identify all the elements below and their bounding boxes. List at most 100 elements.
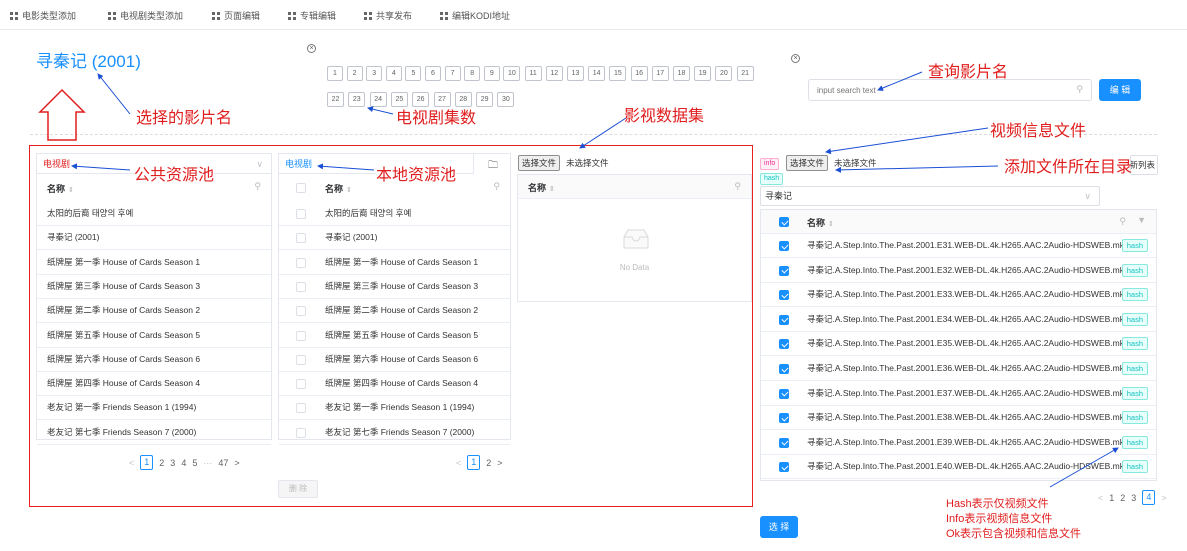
row-checkbox[interactable]	[296, 209, 306, 219]
table-row[interactable]: 纸牌屋 第二季 House of Cards Season 2	[37, 299, 271, 324]
table-row[interactable]: 老友记 第七季 Friends Season 7 (2000)	[279, 421, 510, 445]
table-row[interactable]: 寻秦记 (2001)	[37, 226, 271, 251]
table-row[interactable]: 纸牌屋 第五季 House of Cards Season 5	[279, 324, 510, 348]
page-current[interactable]: 4	[1142, 490, 1156, 505]
filter-search-icon[interactable]: ⚲	[734, 181, 741, 192]
column-header[interactable]: 名称 ⇕	[47, 182, 74, 195]
dataset-choose-file-button[interactable]: 选择文件	[518, 155, 561, 171]
episode-button[interactable]: 14	[588, 66, 606, 81]
filter-icon[interactable]: ▼	[1137, 215, 1146, 225]
episode-button[interactable]: 18	[673, 66, 690, 81]
table-row[interactable]: 纸牌屋 第一季 House of Cards Season 1	[37, 251, 271, 275]
table-row[interactable]: 老友记 第七季 Friends Season 7 (2000)	[37, 421, 271, 445]
table-row[interactable]: 寻秦记.A.Step.Into.The.Past.2001.E31.WEB-DL…	[761, 234, 1156, 258]
sort-icon[interactable]: ⇕	[346, 186, 352, 194]
table-row[interactable]: 寻秦记.A.Step.Into.The.Past.2001.E38.WEB-DL…	[761, 406, 1156, 431]
table-row[interactable]: 纸牌屋 第三季 House of Cards Season 3	[37, 275, 271, 299]
row-checkbox[interactable]	[779, 314, 789, 325]
table-row[interactable]: 寻秦记.A.Step.Into.The.Past.2001.E33.WEB-DL…	[761, 283, 1156, 308]
nav-album-edit[interactable]: 专辑编辑	[288, 9, 336, 22]
sort-icon[interactable]: ⇕	[549, 185, 555, 193]
episode-button[interactable]: 21	[736, 66, 754, 81]
table-row[interactable]: 老友记 第一季 Friends Season 1 (1994)	[37, 396, 271, 421]
nav-tv-genre-add[interactable]: 电视剧类型添加	[108, 9, 183, 22]
select-all-checkbox[interactable]	[779, 217, 789, 227]
row-checkbox[interactable]	[779, 388, 789, 399]
page-last[interactable]: 47	[218, 458, 228, 468]
row-checkbox[interactable]	[296, 281, 306, 292]
edit-button[interactable]: 编 辑	[1099, 79, 1141, 101]
select-all-checkbox[interactable]	[296, 183, 306, 193]
episode-button[interactable]: 10	[503, 66, 521, 81]
episode-button[interactable]: 11	[524, 66, 542, 81]
table-row[interactable]: 纸牌屋 第二季 House of Cards Season 2	[279, 299, 510, 324]
table-row[interactable]: 寻秦记.A.Step.Into.The.Past.2001.E40.WEB-DL…	[761, 455, 1156, 480]
sort-icon[interactable]: ⇕	[828, 220, 834, 228]
next-page-button[interactable]: >	[234, 458, 239, 468]
episode-button[interactable]: 8	[464, 66, 481, 81]
next-page-button[interactable]: >	[1161, 493, 1166, 503]
filter-search-icon[interactable]: ⚲	[493, 181, 500, 192]
folder-icon[interactable]: 🗀	[488, 158, 498, 175]
prev-page-button[interactable]: <	[129, 458, 134, 468]
episode-button[interactable]: 4	[385, 66, 402, 81]
row-checkbox[interactable]	[779, 339, 789, 350]
episode-button[interactable]: 3	[366, 66, 383, 81]
prev-page-button[interactable]: <	[1098, 493, 1103, 503]
row-checkbox[interactable]	[296, 354, 306, 365]
row-checkbox[interactable]	[296, 330, 306, 341]
close-icon[interactable]: ×	[791, 54, 800, 63]
episode-button[interactable]: 23	[348, 92, 366, 107]
episode-button[interactable]: 15	[609, 66, 627, 81]
table-row[interactable]: 寻秦记 (2001)	[279, 226, 510, 251]
close-icon[interactable]: ×	[307, 44, 316, 53]
row-checkbox[interactable]	[779, 265, 789, 276]
filter-search-icon[interactable]: ⚲	[254, 181, 261, 192]
select-button[interactable]: 选 择	[760, 516, 798, 538]
search-input[interactable]	[817, 80, 1057, 100]
episode-button[interactable]: 17	[651, 66, 669, 81]
nav-kodi-address[interactable]: 编辑KODI地址	[440, 9, 510, 22]
row-checkbox[interactable]	[779, 413, 789, 424]
filter-search-icon[interactable]: ⚲	[1119, 216, 1126, 227]
episode-button[interactable]: 6	[425, 66, 441, 81]
column-header[interactable]: 名称 ⇕	[325, 182, 352, 195]
episode-button[interactable]: 20	[715, 66, 733, 81]
page-4[interactable]: 4	[181, 458, 186, 468]
table-row[interactable]: 寻秦记.A.Step.Into.The.Past.2001.E36.WEB-DL…	[761, 357, 1156, 381]
page-3[interactable]: 3	[170, 458, 175, 468]
column-header[interactable]: 名称 ⇕	[807, 216, 834, 229]
refresh-list-button[interactable]: 刷新列表	[1130, 155, 1158, 175]
episode-button[interactable]: 13	[567, 66, 584, 81]
episode-button[interactable]: 30	[497, 92, 515, 107]
table-row[interactable]: 太阳的后裔 태양의 후예	[279, 202, 510, 226]
table-row[interactable]: 老友记 第一季 Friends Season 1 (1994)	[279, 396, 510, 421]
prev-page-button[interactable]: <	[456, 458, 461, 468]
page-5[interactable]: 5	[192, 458, 197, 468]
table-row[interactable]: 纸牌屋 第六季 House of Cards Season 6	[279, 348, 510, 372]
next-page-button[interactable]: >	[497, 458, 502, 468]
table-row[interactable]: 寻秦记.A.Step.Into.The.Past.2001.E35.WEB-DL…	[761, 332, 1156, 357]
page-3[interactable]: 3	[1131, 493, 1136, 503]
row-checkbox[interactable]	[779, 437, 789, 448]
page-2[interactable]: 2	[159, 458, 164, 468]
sort-icon[interactable]: ⇕	[68, 186, 74, 194]
column-header[interactable]: 名称 ⇕	[528, 181, 555, 194]
nav-page-edit[interactable]: 页面编辑	[212, 9, 260, 22]
episode-button[interactable]: 22	[327, 92, 344, 107]
table-row[interactable]: 纸牌屋 第四季 House of Cards Season 4	[279, 372, 510, 397]
page-1[interactable]: 1	[1109, 493, 1114, 503]
table-row[interactable]: 纸牌屋 第五季 House of Cards Season 5	[37, 324, 271, 348]
episode-button[interactable]: 16	[630, 66, 648, 81]
page-2[interactable]: 2	[1120, 493, 1125, 503]
table-row[interactable]: 纸牌屋 第一季 House of Cards Season 1	[279, 251, 510, 275]
delete-button[interactable]: 删 除	[278, 480, 318, 498]
episode-button[interactable]: 24	[369, 92, 387, 107]
episode-button[interactable]: 29	[476, 92, 494, 107]
page-current[interactable]: 1	[467, 455, 481, 470]
page-2[interactable]: 2	[486, 458, 491, 468]
row-checkbox[interactable]	[296, 403, 306, 414]
row-checkbox[interactable]	[779, 241, 789, 251]
episode-button[interactable]: 7	[444, 66, 461, 81]
table-row[interactable]: 寻秦记.A.Step.Into.The.Past.2001.E39.WEB-DL…	[761, 431, 1156, 455]
